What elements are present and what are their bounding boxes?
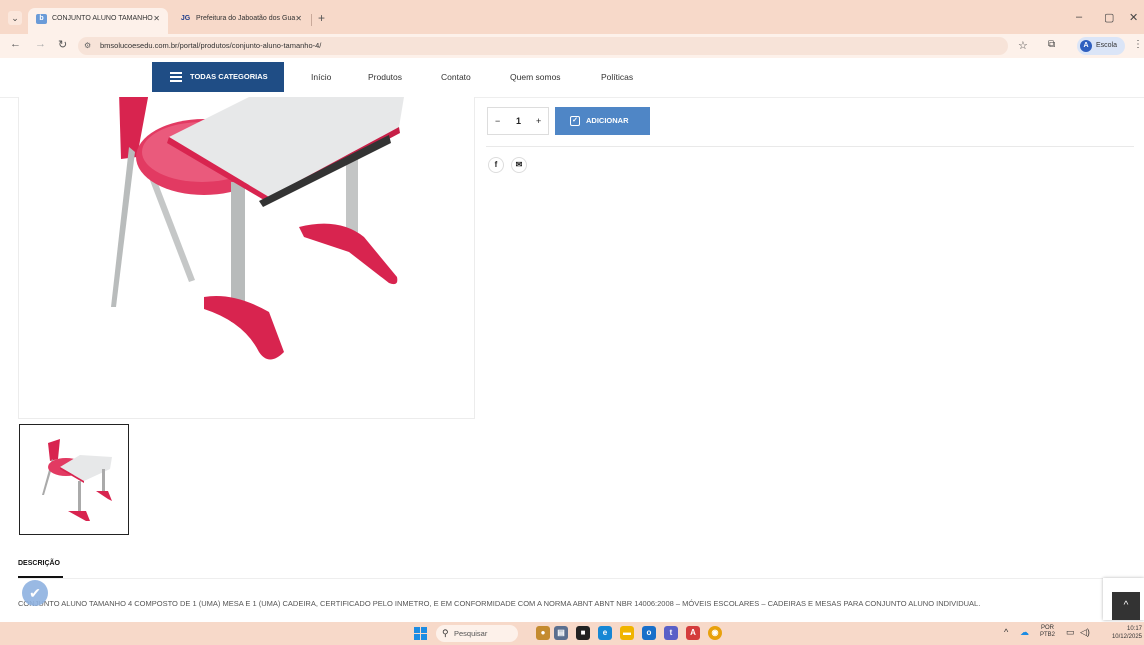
site-info-icon[interactable]: ⚙ (84, 37, 91, 55)
qty-minus-button[interactable]: − (495, 116, 500, 126)
jg-favicon-icon: JG (180, 15, 191, 22)
nav-link-quem-somos[interactable]: Quem somos (510, 72, 561, 82)
search-icon: ⚲ (442, 628, 449, 638)
close-tab-icon[interactable]: ✕ (295, 8, 302, 30)
site-navigation: TODAS CATEGORIAS Início Produtos Contato… (0, 58, 1144, 98)
nav-link-inicio[interactable]: Início (311, 72, 331, 82)
thumbnail-image (42, 439, 112, 521)
hamburger-icon (170, 72, 182, 82)
language-indicator[interactable]: POR PTB2 (1040, 625, 1055, 639)
pdf-reader-icon[interactable]: A (686, 626, 700, 640)
accessibility-widget-icon[interactable]: ✔ (22, 580, 48, 606)
system-clock[interactable]: 10:17 10/12/2025 (1098, 625, 1142, 641)
forward-arrow-icon[interactable]: → (35, 38, 46, 50)
facebook-share-icon[interactable]: f (488, 157, 504, 173)
url-field[interactable]: ⚙ bmsolucoesedu.com.br/portal/produtos/c… (78, 37, 1008, 55)
widgets-icon[interactable]: ● (536, 626, 550, 640)
tab-title: Prefeitura do Jaboatão dos Gua (196, 15, 296, 22)
clock-date: 10/12/2025 (1111, 634, 1142, 640)
taskbar-search[interactable]: ⚲ Pesquisar (436, 625, 518, 642)
scroll-to-top-button[interactable]: ^ (1112, 592, 1140, 620)
teams-icon[interactable]: t (664, 626, 678, 640)
search-placeholder: Pesquisar (454, 629, 488, 638)
network-icon[interactable]: ▭ (1066, 627, 1075, 638)
edge-browser-icon[interactable]: e (598, 626, 612, 640)
new-tab-plus-icon[interactable]: + (318, 12, 325, 24)
reload-icon[interactable]: ↻ (58, 38, 67, 51)
close-window-icon[interactable]: ✕ (1129, 11, 1138, 24)
product-thumbnail[interactable] (19, 424, 129, 535)
browser-tab-bar: ⌄ b CONJUNTO ALUNO TAMANHO ✕ JG Prefeitu… (0, 0, 1144, 34)
nav-link-produtos[interactable]: Produtos (368, 72, 402, 82)
browser-menu-icon[interactable]: ⋮ (1133, 39, 1143, 50)
keyboard-layout: PTB2 (1040, 632, 1056, 638)
close-tab-icon[interactable]: ✕ (153, 8, 160, 30)
bookmark-star-icon[interactable]: ☆ (1018, 39, 1028, 52)
avatar: A (1080, 40, 1092, 52)
tab-divider (311, 14, 312, 26)
tab-search-chevron-icon[interactable]: ⌄ (8, 11, 22, 25)
profile-label: Escola (1096, 42, 1118, 49)
volume-icon[interactable]: ◁) (1080, 627, 1090, 638)
tab-prefeitura[interactable]: JG Prefeitura do Jaboatão dos Gua ✕ (172, 8, 310, 34)
outlook-icon[interactable]: o (642, 626, 656, 640)
all-categories-button[interactable]: TODAS CATEGORIAS (152, 62, 284, 92)
tab-descricao[interactable]: DESCRIÇÃO (18, 560, 60, 567)
windows-start-icon[interactable] (414, 627, 427, 640)
chrome-icon[interactable]: ◉ (708, 626, 722, 640)
product-main-image[interactable] (18, 97, 475, 419)
checkbox-edit-icon: ✓ (570, 116, 580, 126)
store-icon[interactable]: ■ (576, 626, 590, 640)
back-arrow-icon[interactable]: ← (10, 38, 21, 50)
qty-plus-button[interactable]: + (536, 116, 541, 126)
tab-conjunto-aluno[interactable]: b CONJUNTO ALUNO TAMANHO ✕ (28, 8, 168, 34)
divider (18, 578, 1134, 579)
add-label: ADICIONAR (586, 116, 629, 125)
task-view-icon[interactable]: ▤ (554, 626, 568, 640)
lang-code: POR (1041, 625, 1055, 631)
minimize-icon[interactable]: – (1076, 11, 1082, 23)
tab-title: CONJUNTO ALUNO TAMANHO (52, 15, 153, 22)
address-toolbar: ← → ↻ ⚙ bmsolucoesedu.com.br/portal/prod… (0, 34, 1144, 58)
quantity-stepper[interactable]: − 1 + (487, 107, 549, 135)
add-to-cart-button[interactable]: ✓ ADICIONAR (555, 107, 650, 135)
url-text: bmsolucoesedu.com.br/portal/produtos/con… (100, 41, 322, 50)
divider (486, 146, 1134, 147)
nav-link-politicas[interactable]: Políticas (601, 72, 633, 82)
email-share-icon[interactable]: ✉ (511, 157, 527, 173)
nav-link-contato[interactable]: Contato (441, 72, 471, 82)
product-description: CONJUNTO ALUNO TAMANHO 4 COMPOSTO DE 1 (… (18, 599, 981, 608)
all-categories-label: TODAS CATEGORIAS (190, 72, 268, 81)
chevron-up-icon[interactable]: ^ (1004, 627, 1008, 637)
clock-time: 10:17 (1126, 626, 1142, 632)
site-favicon-icon: b (36, 14, 47, 24)
profile-button[interactable]: A Escola (1077, 37, 1125, 55)
qty-value[interactable]: 1 (516, 116, 521, 126)
desk-chair-illustration (111, 97, 404, 360)
extensions-icon[interactable]: ⧉ (1048, 39, 1055, 50)
cloud-icon[interactable]: ☁ (1020, 627, 1029, 638)
file-explorer-icon[interactable]: ▬ (620, 626, 634, 640)
restore-icon[interactable]: ▢ (1104, 11, 1114, 24)
windows-taskbar: ⚲ Pesquisar ● ▤ ■ e ▬ o t A ◉ ^ ☁ POR PT… (0, 622, 1144, 645)
